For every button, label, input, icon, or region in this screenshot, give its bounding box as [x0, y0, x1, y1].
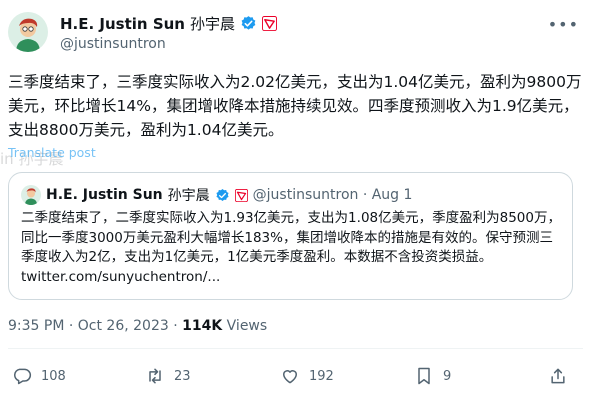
like-button[interactable]: 192 — [280, 366, 334, 386]
like-icon — [283, 370, 297, 384]
author-handle[interactable]: @justinsuntron — [60, 36, 166, 52]
share-button[interactable] — [548, 366, 568, 386]
author-name-cn[interactable]: 孙宇晨 — [190, 13, 235, 34]
tweet-time[interactable]: 9:35 PM · Oct 26, 2023 · — [8, 318, 182, 334]
quoted-meta: @justinsuntron · Aug 1 — [252, 187, 413, 203]
more-icon[interactable]: ••• — [548, 15, 579, 34]
reply-icon — [14, 368, 32, 385]
verified-badge-icon — [241, 16, 256, 30]
reply-count: 108 — [41, 368, 66, 384]
verified-badge-icon — [216, 188, 229, 201]
tweet-header: H.E. Justin Sun 孙宇晨 @justinsuntron ••• — [8, 8, 583, 58]
tron-badge-icon — [262, 16, 277, 31]
translate-post-link[interactable]: Translate post — [8, 145, 96, 160]
action-bar: 108 23 192 9 — [8, 362, 583, 392]
quoted-tweet-header: H.E. Justin Sun 孙宇晨 @justinsuntron · Aug… — [21, 185, 412, 205]
author-name[interactable]: H.E. Justin Sun — [60, 15, 185, 33]
quoted-tweet-text: 二季度结束了，二季度实际收入为1.93亿美元，支出为1.08亿美元，季度盈利为8… — [21, 210, 561, 285]
tron-badge-icon — [234, 188, 248, 202]
views-label: Views — [222, 318, 268, 334]
reply-button[interactable]: 108 — [12, 366, 66, 386]
bookmark-button[interactable]: 9 — [414, 366, 451, 386]
quoted-tweet[interactable]: H.E. Justin Sun 孙宇晨 @justinsuntron · Aug… — [8, 172, 573, 300]
repost-button[interactable]: 23 — [145, 366, 191, 386]
share-icon — [551, 368, 565, 384]
bookmark-icon — [418, 367, 430, 385]
tweet-timestamp: 9:35 PM · Oct 26, 2023 · 114K Views — [8, 318, 267, 334]
avatar[interactable] — [8, 12, 48, 52]
tweet-text: 三季度结束了，三季度实际收入为2.02亿美元，支出为1.04亿美元，盈利为980… — [8, 73, 582, 139]
like-count: 192 — [309, 368, 334, 384]
quoted-author-name-cn: 孙宇晨 — [167, 188, 210, 204]
views-count: 114K — [182, 318, 223, 334]
quoted-avatar — [21, 185, 41, 205]
bookmark-count: 9 — [443, 368, 452, 384]
author-name-row: H.E. Justin Sun 孙宇晨 — [60, 13, 277, 34]
repost-icon — [149, 368, 161, 384]
quoted-author-name: H.E. Justin Sun — [46, 187, 163, 203]
repost-count: 23 — [174, 368, 191, 384]
divider — [8, 348, 583, 349]
